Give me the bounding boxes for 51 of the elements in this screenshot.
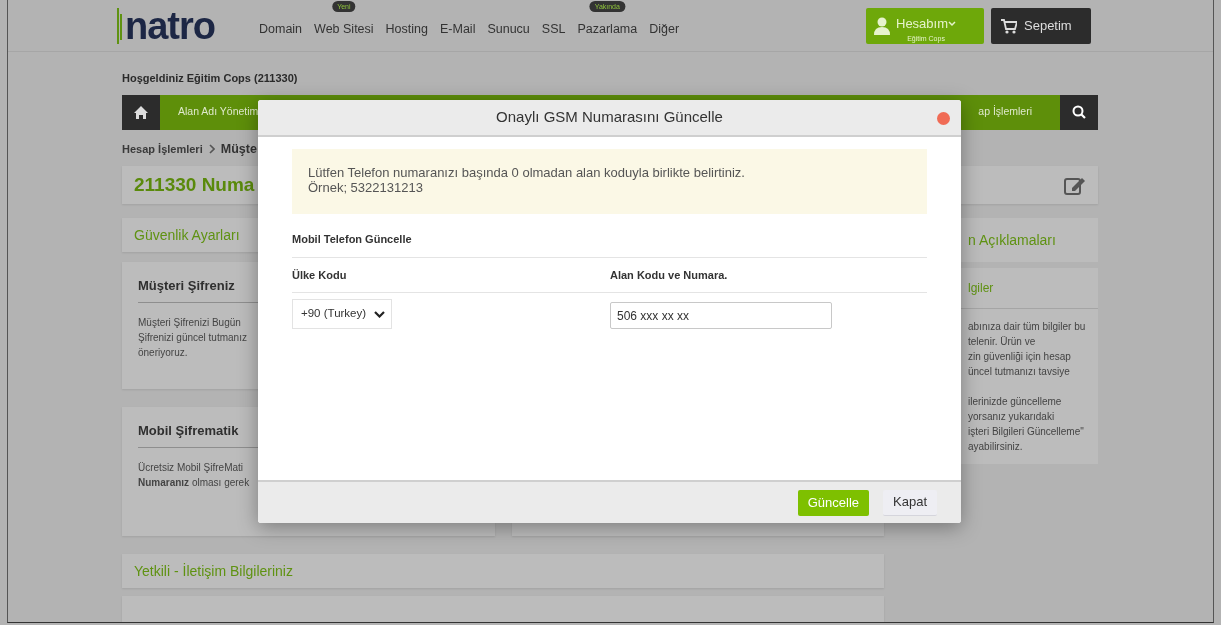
menu-item[interactable]: Alan Adı Yönetim xyxy=(160,94,277,130)
chevron-icon xyxy=(208,143,215,154)
welcome-text: Hoşgeldiniz Eğitim Cops (211330) xyxy=(122,71,299,86)
card-text: Şifrenizi güncel tutmanız xyxy=(138,330,247,345)
menu-item[interactable]: ap İşlemleri xyxy=(968,94,1038,130)
alert-text: Lütfen Telefon numaranızı başında 0 olmadan alan koduyla birlikte belirtiniz. xyxy=(308,165,746,180)
section-title: Yetkili - İletişim Bilgileriniz xyxy=(122,554,884,589)
alert-text: Örnek; 5322131213 xyxy=(308,180,424,195)
home-button[interactable] xyxy=(122,94,160,130)
nav-link[interactable]: Domain xyxy=(253,20,309,39)
caret-icon xyxy=(948,19,957,27)
card-text: öneriyoruz. xyxy=(138,345,188,360)
breadcrumb-current: Müşte xyxy=(220,140,257,158)
search-icon xyxy=(1072,105,1086,119)
nav-link[interactable]: Hosting xyxy=(379,20,434,39)
cart-icon xyxy=(1001,18,1017,34)
home-icon xyxy=(133,104,149,120)
sidebar-text: zin güvenliği için hesap xyxy=(968,350,1071,365)
search-button[interactable] xyxy=(1060,94,1098,130)
nav-link[interactable]: Diğer xyxy=(643,20,686,39)
nav-link[interactable]: Sunucu xyxy=(481,20,536,39)
card-text: Numaranız olması gerek xyxy=(138,475,250,490)
breadcrumb-link[interactable]: Hesap İşlemleri xyxy=(122,140,203,158)
sidebar-text: yorsanız yukarıdaki xyxy=(968,410,1055,425)
sidebar-text: abınıza dair tüm bilgiler bu xyxy=(968,320,1086,335)
page-title: 211330 Numa xyxy=(134,173,255,197)
chevron-down-icon xyxy=(374,310,385,318)
phone-input[interactable]: 506 xxx xx xx xyxy=(610,302,832,329)
nav-link[interactable]: Pazarlama xyxy=(571,20,644,39)
field-label: Ülke Kodu xyxy=(292,257,610,293)
sidebar-text: işteri Bilgileri Güncelleme" xyxy=(968,425,1084,440)
close-button[interactable] xyxy=(937,112,950,125)
nav-link[interactable]: Web Sitesi xyxy=(308,20,380,39)
user-icon xyxy=(874,17,890,35)
modal-title: Onaylı GSM Numarasını Güncelle xyxy=(496,107,723,128)
sidebar-text: ayabilirsiniz. xyxy=(968,440,1023,455)
nav-link[interactable]: E-Mail xyxy=(434,20,482,39)
card-text: Müşteri Şifrenizi Bugün xyxy=(138,315,241,330)
close-button[interactable]: Kapat xyxy=(883,489,937,516)
section-label: Mobil Telefon Güncelle xyxy=(292,214,927,258)
sidebar-text: ilerinizde güncelleme xyxy=(968,395,1062,410)
edit-icon[interactable] xyxy=(1064,175,1086,196)
cart-button[interactable]: Sepetim xyxy=(991,8,1091,44)
nav-link[interactable]: SSL xyxy=(535,20,572,39)
field-label: Alan Kodu ve Numara. xyxy=(610,257,927,293)
country-select[interactable]: +90 (Turkey) xyxy=(292,299,392,329)
logo-mark-icon xyxy=(115,8,123,44)
sidebar-text: üncel tutmanızı tavsiye xyxy=(968,365,1070,380)
card-text: Ücretsiz Mobil ŞifreMati xyxy=(138,460,244,475)
sidebar-text: telenir. Ürün ve xyxy=(968,335,1036,350)
logo-text: natro xyxy=(125,7,215,45)
